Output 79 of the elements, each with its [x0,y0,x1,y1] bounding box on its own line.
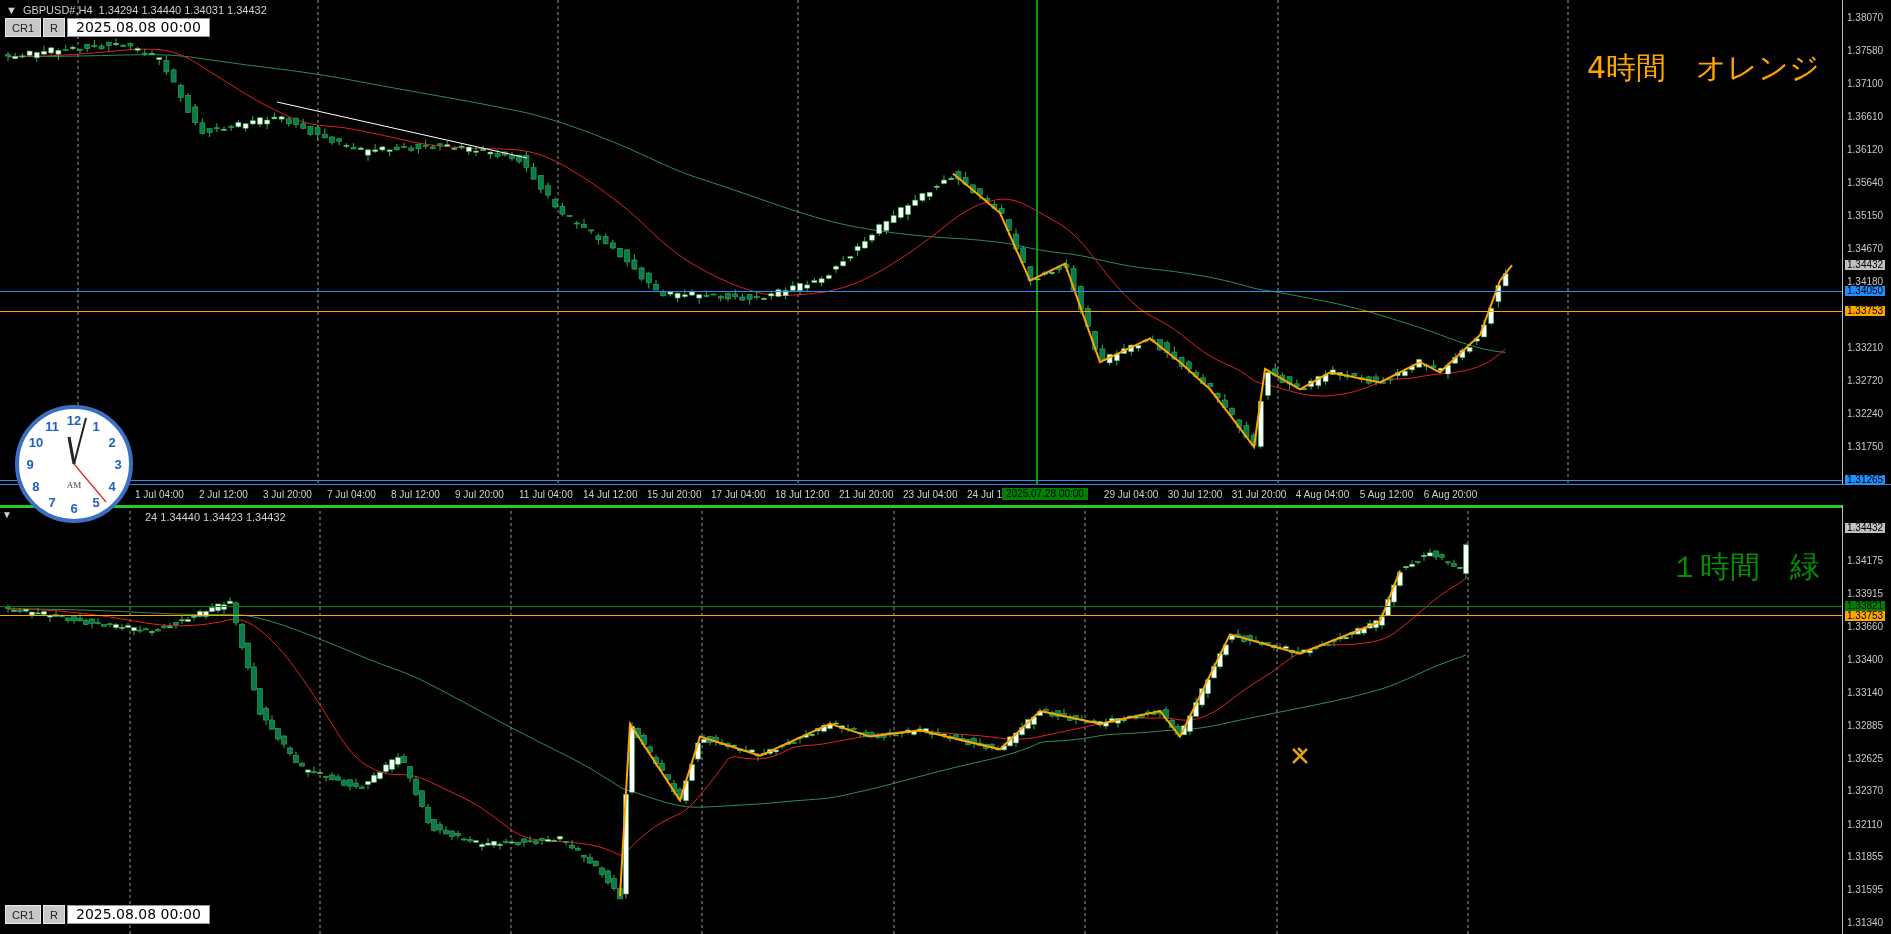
toolbar-button[interactable]: CR1 [5,905,41,924]
chart-caption: １時間 緑 [1670,548,1820,586]
time-axis-label: 9 Jul 20:00 [455,488,504,500]
dropdown-arrow[interactable]: ▼ [2,509,12,520]
toolbar-button[interactable]: R [43,905,65,924]
time-axis-label: 29 Jul 04:00 [1103,488,1159,500]
price-axis-label: 1.33660 [1847,621,1884,632]
price-tag: 1.33753 [1845,306,1886,317]
price-tag: 1.33753 [1845,611,1886,622]
time-axis-label: 18 Jul 12:00 [775,488,830,500]
time-axis-label: 6 Aug 20:00 [1423,488,1478,500]
time-axis-label: 14 Jul 12:00 [583,488,638,500]
time-axis-label: 1 Jul 04:00 [135,488,184,500]
time-marker-label: 2025.07.28 00:00 [1002,488,1088,500]
price-axis-label: 1.32240 [1847,408,1884,419]
clock-numeral: 7 [48,495,56,511]
clock-numeral: 1 [92,418,100,434]
dropdown-arrow[interactable]: ▼ [6,4,17,16]
clock-numeral: 12 [66,413,82,428]
time-axis-label: 21 Jul 20:00 [839,488,894,500]
price-axis-label: 1.32625 [1847,753,1884,764]
price-axis-label: 1.32720 [1847,376,1884,387]
price-axis-label: 1.34670 [1847,243,1884,254]
price-tag: 1.33821 [1845,601,1886,612]
ohlc-values: 1.34294 1.34440 1.34031 1.34432 [98,4,267,16]
toolbar-button[interactable]: CR1 [5,18,41,37]
price-tag: 1.31265 [1845,474,1886,485]
price-axis-label: 1.37580 [1847,46,1884,57]
price-axis-label: 1.34175 [1847,556,1884,566]
clock-numeral: 11 [45,418,59,434]
price-axis-label: 1.33140 [1847,688,1884,699]
toolbar-button[interactable]: R [43,18,65,37]
price-axis-label: 1.36120 [1847,145,1884,156]
price-axis-label: 1.31750 [1847,442,1884,452]
price-axis-label: 1.33210 [1847,342,1884,353]
clock-numeral: 3 [114,457,122,472]
price-tag: 1.34050 [1845,285,1886,296]
clock-numeral: 6 [70,501,78,516]
price-tag: 1.34432 [1845,523,1886,534]
time-axis-label: 5 Aug 12:00 [1359,488,1414,500]
time-axis-label: 15 Jul 20:00 [647,488,702,500]
chart-caption: 4時間 オレンジ [1586,49,1820,87]
price-axis-label: 1.32110 [1847,819,1883,830]
price-axis-label: 1.35640 [1847,177,1884,188]
time-axis-label: 24 Jul 1 [967,488,1003,500]
time-axis-label: 4 Aug 04:00 [1295,488,1350,500]
time-axis-label: 17 Jul 04:00 [711,488,766,500]
time-axis-label: 7 Jul 04:00 [327,488,376,500]
time-axis-label: 8 Jul 12:00 [391,488,440,500]
price-axis-label: 1.36610 [1847,112,1884,123]
clock-numeral: 2 [108,435,116,450]
clock-numeral: 10 [28,435,44,450]
time-axis-label: 2 Jul 12:00 [199,488,248,500]
time-axis-label: 11 Jul 04:00 [519,488,573,500]
price-axis-label: 1.33400 [1847,654,1884,665]
clock-numeral: 5 [92,495,100,511]
price-axis-label: 1.31340 [1847,918,1884,928]
date-field[interactable]: 2025.08.08 00:00 [66,905,210,924]
time-axis-label: 3 Jul 20:00 [263,488,312,500]
price-axis-label: 1.32370 [1847,786,1884,797]
clock-numeral: 8 [32,479,40,494]
price-axis-label: 1.35150 [1847,211,1884,222]
price-axis-label: 1.31595 [1847,885,1884,896]
price-axis-label: 1.32885 [1847,720,1884,731]
price-axis-label: 1.33915 [1847,589,1884,600]
time-axis-label: 31 Jul 20:00 [1231,488,1287,500]
time-axis-label: 30 Jul 12:00 [1167,488,1223,500]
ohlc-values: 24 1.34440 1.34423 1.34432 [145,511,286,523]
clock-numeral: 9 [26,457,34,472]
time-axis-label: 23 Jul 04:00 [903,488,958,500]
price-axis-label: 1.34180 [1847,277,1884,288]
symbol-label: GBPUSD#,H4 [22,4,93,16]
price-axis-label: 1.38070 [1847,13,1884,23]
meridiem-label: AM [66,480,82,490]
clock-numeral: 4 [108,479,116,494]
price-tag: 1.34432 [1845,259,1886,270]
price-axis-label: 1.37100 [1847,78,1884,89]
date-field[interactable]: 2025.08.08 00:00 [66,18,210,37]
price-axis-label: 1.31855 [1847,852,1884,863]
